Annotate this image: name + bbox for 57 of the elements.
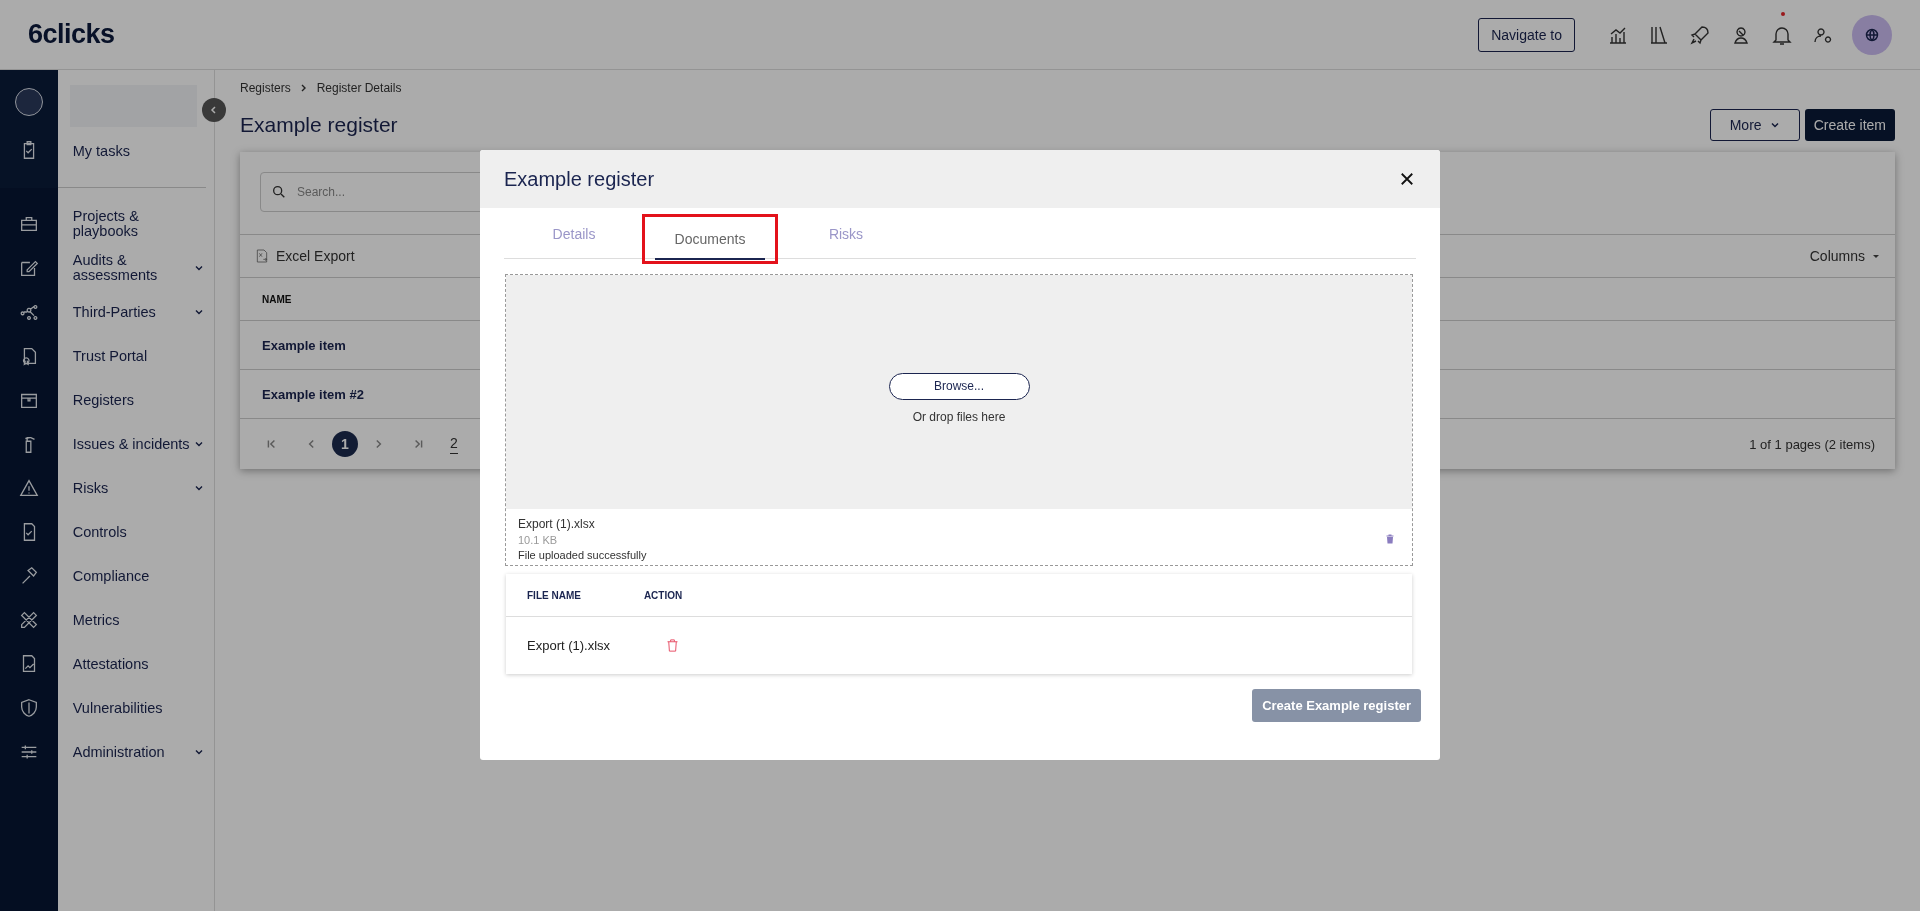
chevron-down-icon[interactable] [194, 307, 204, 317]
excel-export-button[interactable]: Excel Export [254, 248, 355, 264]
pagination-summary: 1 of 1 pages (2 items) [1749, 436, 1875, 452]
create-button[interactable]: Create item [1804, 109, 1895, 141]
chevron-down-icon[interactable] [194, 483, 204, 493]
column-header: NAME [262, 293, 292, 305]
nav-item[interactable]: Third-Parties [72, 304, 156, 320]
nav-item[interactable]: Issues & incidents [72, 436, 190, 452]
page-title: Example register [240, 113, 398, 137]
browse-button[interactable]: Browse... [888, 372, 1030, 400]
breadcrumb-link[interactable]: Registers [240, 81, 291, 95]
page-number[interactable]: 1 [332, 431, 358, 457]
columns-button[interactable]: Columns [1809, 248, 1881, 264]
breadcrumb-current: Register Details [316, 81, 402, 95]
navigate-button[interactable]: Navigate to [1478, 17, 1575, 52]
last-page-icon[interactable] [412, 438, 424, 450]
tab[interactable]: Documents [642, 214, 778, 264]
avatar[interactable] [1852, 14, 1892, 55]
nav-item[interactable]: Vulnerabilities [72, 700, 163, 716]
chevron-left-icon [209, 105, 219, 115]
page-size-select[interactable]: 2 [450, 434, 458, 454]
nav-item[interactable]: My tasks [72, 143, 130, 159]
spreadsheet-icon [254, 248, 270, 264]
logo[interactable]: 6clicks [28, 19, 115, 50]
nav-item[interactable]: Audits & assessments [72, 253, 194, 283]
nav-item[interactable]: Attestations [72, 656, 149, 672]
chevron-down-icon[interactable] [194, 747, 204, 757]
column-header: FILE NAME [527, 589, 581, 601]
table-cell: Example item #2 [262, 386, 364, 402]
upload-status: File uploaded successfully [518, 549, 647, 561]
drop-zone[interactable]: Browse... Or drop files here [506, 275, 1412, 509]
warning-icon[interactable] [17, 477, 40, 499]
trash-icon[interactable] [665, 638, 681, 653]
nav-item[interactable]: Risks [72, 480, 109, 496]
nav-item[interactable]: Projects & playbooks [72, 209, 204, 239]
first-page-icon[interactable] [266, 438, 278, 450]
chevron-down-icon[interactable] [194, 263, 204, 273]
search-icon [271, 184, 287, 200]
collapse-button[interactable] [202, 98, 226, 122]
drop-hint: Or drop files here [912, 409, 1006, 424]
column-header: ACTION [643, 589, 683, 601]
nav-item[interactable]: Compliance [72, 568, 150, 584]
nav-item[interactable]: Trust Portal [72, 348, 148, 364]
nav-item[interactable]: Controls [72, 524, 127, 540]
more-button[interactable]: More [1709, 109, 1800, 141]
nav-item[interactable]: Metrics [72, 612, 120, 628]
trash-icon[interactable] [1384, 533, 1396, 545]
close-icon[interactable] [1398, 170, 1416, 188]
table-cell: Export (1).xlsx [527, 638, 611, 653]
file-size: 10.1 KB [518, 534, 559, 546]
user-avatar[interactable] [14, 88, 43, 116]
chevron-down-icon[interactable] [194, 439, 204, 449]
nav-item[interactable]: Administration [72, 744, 165, 760]
table-cell: Example item [262, 337, 346, 353]
nav-item[interactable]: Registers [72, 392, 134, 408]
file-name: Export (1).xlsx [518, 517, 596, 531]
chevron-down-icon [1769, 120, 1780, 130]
